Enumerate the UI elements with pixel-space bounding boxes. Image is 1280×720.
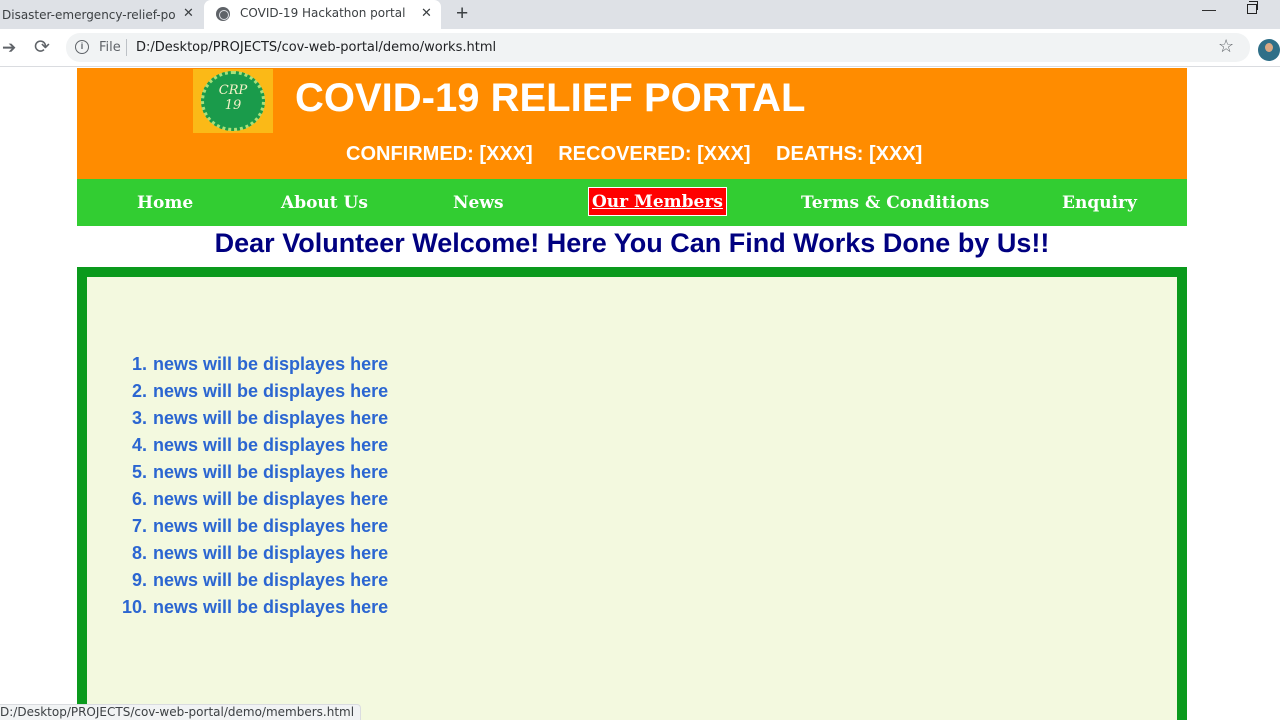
nav-news[interactable]: News <box>453 193 504 213</box>
news-item-text: news will be displayes here <box>153 408 389 428</box>
news-item-number: 5. <box>131 462 147 482</box>
profile-avatar[interactable] <box>1258 39 1280 61</box>
bookmark-star-icon[interactable]: ☆ <box>1218 36 1234 57</box>
globe-icon <box>216 7 230 21</box>
news-item[interactable]: 5. news will be displayes here <box>117 459 388 486</box>
news-item[interactable]: 2. news will be displayes here <box>117 378 388 405</box>
nav-enquiry[interactable]: Enquiry <box>1062 193 1137 213</box>
works-panel: 1. news will be displayes here 2. news will… <box>77 267 1187 720</box>
restore-icon[interactable] <box>1247 1 1258 14</box>
news-item-text: news will be displayes here <box>153 543 389 563</box>
nav-about-us[interactable]: About Us <box>281 193 368 213</box>
nav-home[interactable]: Home <box>137 193 193 213</box>
news-item-text: news will be displayes here <box>153 597 389 617</box>
site-title: COVID-19 RELIEF PORTAL <box>295 76 806 120</box>
logo-text: CRP 19 <box>193 83 273 113</box>
news-item-text: news will be displayes here <box>153 354 389 374</box>
tab-covid-portal[interactable]: COVID-19 Hackathon portal ✕ <box>204 0 441 29</box>
news-item[interactable]: 6. news will be displayes here <box>117 486 388 513</box>
news-item-number: 2. <box>131 381 147 401</box>
news-item-text: news will be displayes here <box>153 570 389 590</box>
news-item-number: 10. <box>121 597 147 617</box>
site-header: CRP 19 COVID-19 RELIEF PORTAL CONFIRMED:… <box>77 68 1187 179</box>
address-bar[interactable]: i File D:/Desktop/PROJECTS/cov-web-porta… <box>66 33 1250 62</box>
news-list: 1. news will be displayes here 2. news will… <box>117 351 388 621</box>
page-viewport: CRP 19 COVID-19 RELIEF PORTAL CONFIRMED:… <box>0 68 1280 720</box>
tab-close-icon[interactable]: ✕ <box>421 6 432 21</box>
omnibox-divider <box>126 39 127 56</box>
news-item-number: 9. <box>131 570 147 590</box>
tab-strip: Disaster-emergency-relief-portal ✕ COVID… <box>0 0 1280 29</box>
nav-terms-conditions[interactable]: Terms & Conditions <box>801 193 989 213</box>
news-item[interactable]: 10. news will be displayes here <box>117 594 388 621</box>
new-tab-button[interactable]: + <box>456 2 468 26</box>
url-text[interactable]: D:/Desktop/PROJECTS/cov-web-portal/demo/… <box>136 40 496 55</box>
recovered-count: RECOVERED: [XXX] <box>558 143 751 165</box>
confirmed-count: CONFIRMED: [XXX] <box>346 143 533 165</box>
browser-toolbar: ➔ ⟳ i File D:/Desktop/PROJECTS/cov-web-p… <box>0 29 1280 67</box>
news-item[interactable]: 7. news will be displayes here <box>117 513 388 540</box>
news-item-text: news will be displayes here <box>153 516 389 536</box>
reload-icon[interactable]: ⟳ <box>34 36 50 59</box>
news-item-number: 8. <box>131 543 147 563</box>
site-logo: CRP 19 <box>193 69 273 133</box>
news-item[interactable]: 8. news will be displayes here <box>117 540 388 567</box>
status-bar-url: D:/Desktop/PROJECTS/cov-web-portal/demo/… <box>0 704 362 720</box>
tab-title: COVID-19 Hackathon portal <box>240 6 406 20</box>
logo-text-line2: 19 <box>224 98 242 113</box>
case-stats: CONFIRMED: [XXX] RECOVERED: [XXX] DEATHS… <box>346 143 942 166</box>
welcome-heading: Dear Volunteer Welcome! Here You Can Fin… <box>214 228 1050 258</box>
deaths-count: DEATHS: [XXX] <box>776 143 923 165</box>
tab-close-icon[interactable]: ✕ <box>183 6 194 21</box>
news-item-number: 6. <box>131 489 147 509</box>
forward-icon[interactable]: ➔ <box>2 38 16 58</box>
news-item-number: 1. <box>131 354 147 374</box>
scheme-label: File <box>99 40 121 55</box>
info-icon[interactable]: i <box>75 40 89 54</box>
news-item-number: 3. <box>131 408 147 428</box>
news-item[interactable]: 4. news will be displayes here <box>117 432 388 459</box>
news-item-text: news will be displayes here <box>153 489 389 509</box>
nav-our-members[interactable]: Our Members <box>588 187 727 216</box>
news-item[interactable]: 9. news will be displayes here <box>117 567 388 594</box>
news-item[interactable]: 1. news will be displayes here <box>117 351 388 378</box>
news-item-number: 4. <box>131 435 147 455</box>
logo-text-line1: CRP <box>218 83 248 98</box>
news-item[interactable]: 3. news will be displayes here <box>117 405 388 432</box>
minimize-icon[interactable]: — <box>1202 1 1216 17</box>
news-item-text: news will be displayes here <box>153 462 389 482</box>
news-item-text: news will be displayes here <box>153 381 389 401</box>
tab-disaster-portal[interactable]: Disaster-emergency-relief-portal ✕ <box>0 0 204 29</box>
tab-title: Disaster-emergency-relief-portal <box>2 7 175 22</box>
main-nav: Home About Us News Our Members Terms & C… <box>77 179 1187 226</box>
news-item-number: 7. <box>131 516 147 536</box>
news-item-text: news will be displayes here <box>153 435 389 455</box>
